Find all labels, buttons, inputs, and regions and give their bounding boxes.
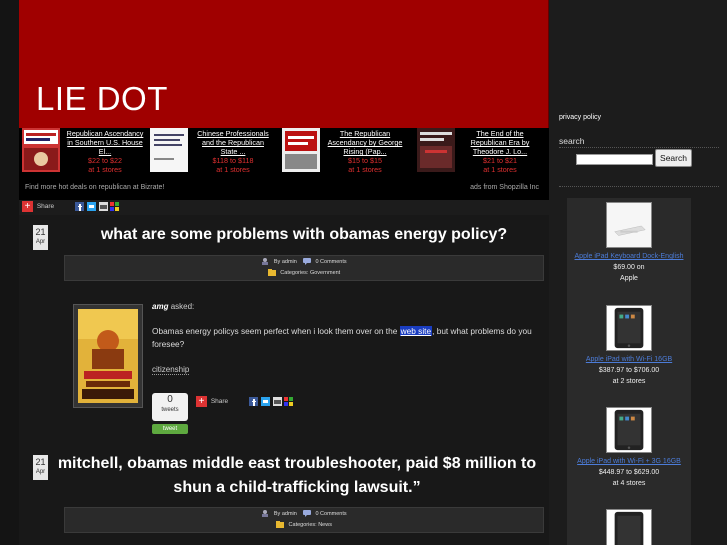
shop-item-price: $118 to $118 bbox=[212, 156, 254, 165]
post-date-badge: 21 Apr bbox=[33, 455, 48, 480]
main-content: 21 Apr what are some problems with obama… bbox=[19, 215, 549, 545]
post-title[interactable]: mitchell, obamas middle east troubleshoo… bbox=[57, 452, 537, 500]
privacy-policy-link[interactable]: privacy policy bbox=[559, 114, 601, 121]
post-meta: By admin 0 Comments Categories: News bbox=[64, 507, 544, 533]
print-icon[interactable] bbox=[98, 202, 108, 211]
ipad-image[interactable] bbox=[606, 305, 652, 351]
product-name[interactable]: Apple iPad with Wi-Fi 16GB bbox=[567, 354, 691, 365]
ipad-3g-image[interactable] bbox=[606, 407, 652, 453]
asker-line: amg asked: bbox=[152, 302, 194, 311]
post-categories[interactable]: Categories: Government bbox=[280, 270, 340, 276]
product-name[interactable]: Apple iPad Keyboard Dock-English bbox=[567, 251, 691, 262]
share-label[interactable]: Share bbox=[211, 398, 228, 405]
product-price: $387.97 to $706.00 bbox=[598, 367, 660, 374]
book-cover-thumbnail[interactable] bbox=[22, 128, 60, 172]
post-share-toolbar: + Share bbox=[196, 396, 294, 407]
share-label[interactable]: Share bbox=[37, 203, 54, 210]
post-day: 21 bbox=[35, 457, 46, 467]
comment-icon bbox=[302, 510, 311, 517]
product-name[interactable]: Apple iPad with Wi-Fi + 3G 16GB bbox=[567, 456, 691, 467]
site-header: LIE DOT bbox=[19, 0, 549, 128]
shop-item-price: $15 to $15 bbox=[348, 156, 382, 165]
post-author[interactable]: By admin bbox=[274, 259, 297, 265]
left-margin bbox=[0, 0, 19, 545]
post-meta: By admin 0 Comments Categories: Governme… bbox=[64, 255, 544, 281]
user-icon bbox=[262, 510, 269, 517]
question-text: Obamas energy policys seem perfect when … bbox=[152, 325, 532, 351]
site-title[interactable]: LIE DOT bbox=[36, 80, 168, 118]
folder-icon bbox=[267, 269, 276, 276]
post-month: Apr bbox=[35, 239, 46, 245]
share-toolbar: + Share bbox=[22, 201, 120, 215]
google-icon[interactable] bbox=[284, 397, 294, 406]
product-item[interactable] bbox=[567, 509, 691, 545]
asker-suffix: asked: bbox=[170, 302, 195, 311]
product-price: $448.97 to $629.00 bbox=[598, 469, 660, 476]
post-day: 21 bbox=[35, 227, 46, 237]
folder-icon bbox=[276, 521, 285, 528]
tweet-count-label: tweets bbox=[161, 407, 179, 413]
tweet-button[interactable]: tweet bbox=[152, 424, 188, 434]
twitter-icon[interactable] bbox=[86, 202, 96, 211]
product-price: $69.00 on bbox=[613, 264, 645, 271]
post-categories[interactable]: Categories: News bbox=[289, 522, 332, 528]
asker-name[interactable]: amg bbox=[152, 302, 168, 311]
product-item[interactable]: Apple iPad Keyboard Dock-English $69.00 … bbox=[567, 202, 691, 284]
shop-item-stores: at 1 stores bbox=[216, 165, 250, 174]
book-cover-thumbnail[interactable] bbox=[417, 128, 455, 172]
print-icon[interactable] bbox=[272, 397, 282, 406]
user-icon bbox=[262, 258, 269, 265]
shopzilla-credit[interactable]: ads from Shopzilla Inc bbox=[470, 184, 539, 191]
movie-poster-image bbox=[78, 309, 138, 403]
tweet-counter: 0 tweets bbox=[152, 393, 188, 421]
divider bbox=[559, 147, 719, 148]
search-button[interactable]: Search bbox=[655, 149, 692, 167]
ipad-dock-image[interactable] bbox=[606, 202, 652, 248]
shop-item-stores: at 1 stores bbox=[348, 165, 382, 174]
product-seller: Apple bbox=[620, 275, 638, 282]
product-item[interactable]: Apple iPad with Wi-Fi + 3G 16GB $448.97 … bbox=[567, 407, 691, 489]
post-date-badge: 21 Apr bbox=[33, 225, 48, 250]
divider bbox=[559, 186, 719, 187]
shop-item-title[interactable]: Chinese Professionals and the Republican… bbox=[194, 129, 272, 156]
post-month: Apr bbox=[35, 469, 46, 475]
sidebar: privacy policy search Search Apple iPad … bbox=[550, 0, 727, 545]
post-title[interactable]: what are some problems with obamas energ… bbox=[64, 223, 544, 247]
bizrate-link[interactable]: Find more hot deals on republican at Biz… bbox=[25, 184, 164, 191]
shop-item-price: $21 to $21 bbox=[483, 156, 517, 165]
product-seller: at 4 stores bbox=[612, 480, 646, 487]
twitter-icon[interactable] bbox=[260, 397, 270, 406]
shop-item-title[interactable]: Republican Ascendancy in Southern U.S. H… bbox=[66, 129, 144, 156]
share-plus-icon[interactable]: + bbox=[196, 396, 207, 407]
shopping-ad-bar: Republican Ascendancy in Southern U.S. H… bbox=[19, 128, 549, 200]
book-cover-thumbnail[interactable] bbox=[282, 128, 320, 172]
facebook-icon[interactable] bbox=[248, 397, 258, 406]
shop-item-stores: at 1 stores bbox=[88, 165, 122, 174]
post-comments-link[interactable]: 0 Comments bbox=[315, 511, 346, 517]
shop-item-title[interactable]: The End of the Republican Era by Theodor… bbox=[461, 129, 539, 156]
tweet-count: 0 bbox=[167, 394, 173, 405]
search-input[interactable] bbox=[576, 154, 653, 165]
shop-item-price: $22 to $22 bbox=[88, 156, 122, 165]
product-item[interactable]: Apple iPad with Wi-Fi 16GB $387.97 to $7… bbox=[567, 305, 691, 387]
post-comments-link[interactable]: 0 Comments bbox=[315, 259, 346, 265]
product-seller: at 2 stores bbox=[612, 378, 646, 385]
product-widget: Apple iPad Keyboard Dock-English $69.00 … bbox=[567, 198, 691, 545]
shop-item-title[interactable]: The Republican Ascendancy by George Risi… bbox=[326, 129, 404, 156]
share-plus-icon[interactable]: + bbox=[22, 201, 33, 212]
ipad-image[interactable] bbox=[606, 509, 652, 545]
facebook-icon[interactable] bbox=[74, 202, 84, 211]
comment-icon bbox=[302, 258, 311, 265]
post-tag[interactable]: citizenship bbox=[152, 365, 190, 375]
question-text-start: Obamas energy policys seem perfect when … bbox=[152, 326, 398, 336]
book-cover-thumbnail[interactable] bbox=[150, 128, 188, 172]
google-icon[interactable] bbox=[110, 202, 120, 211]
post-image[interactable] bbox=[73, 304, 143, 408]
post-author[interactable]: By admin bbox=[274, 511, 297, 517]
search-heading: search bbox=[559, 136, 585, 146]
web-site-link[interactable]: web site bbox=[399, 326, 433, 336]
shop-item-stores: at 1 stores bbox=[483, 165, 517, 174]
